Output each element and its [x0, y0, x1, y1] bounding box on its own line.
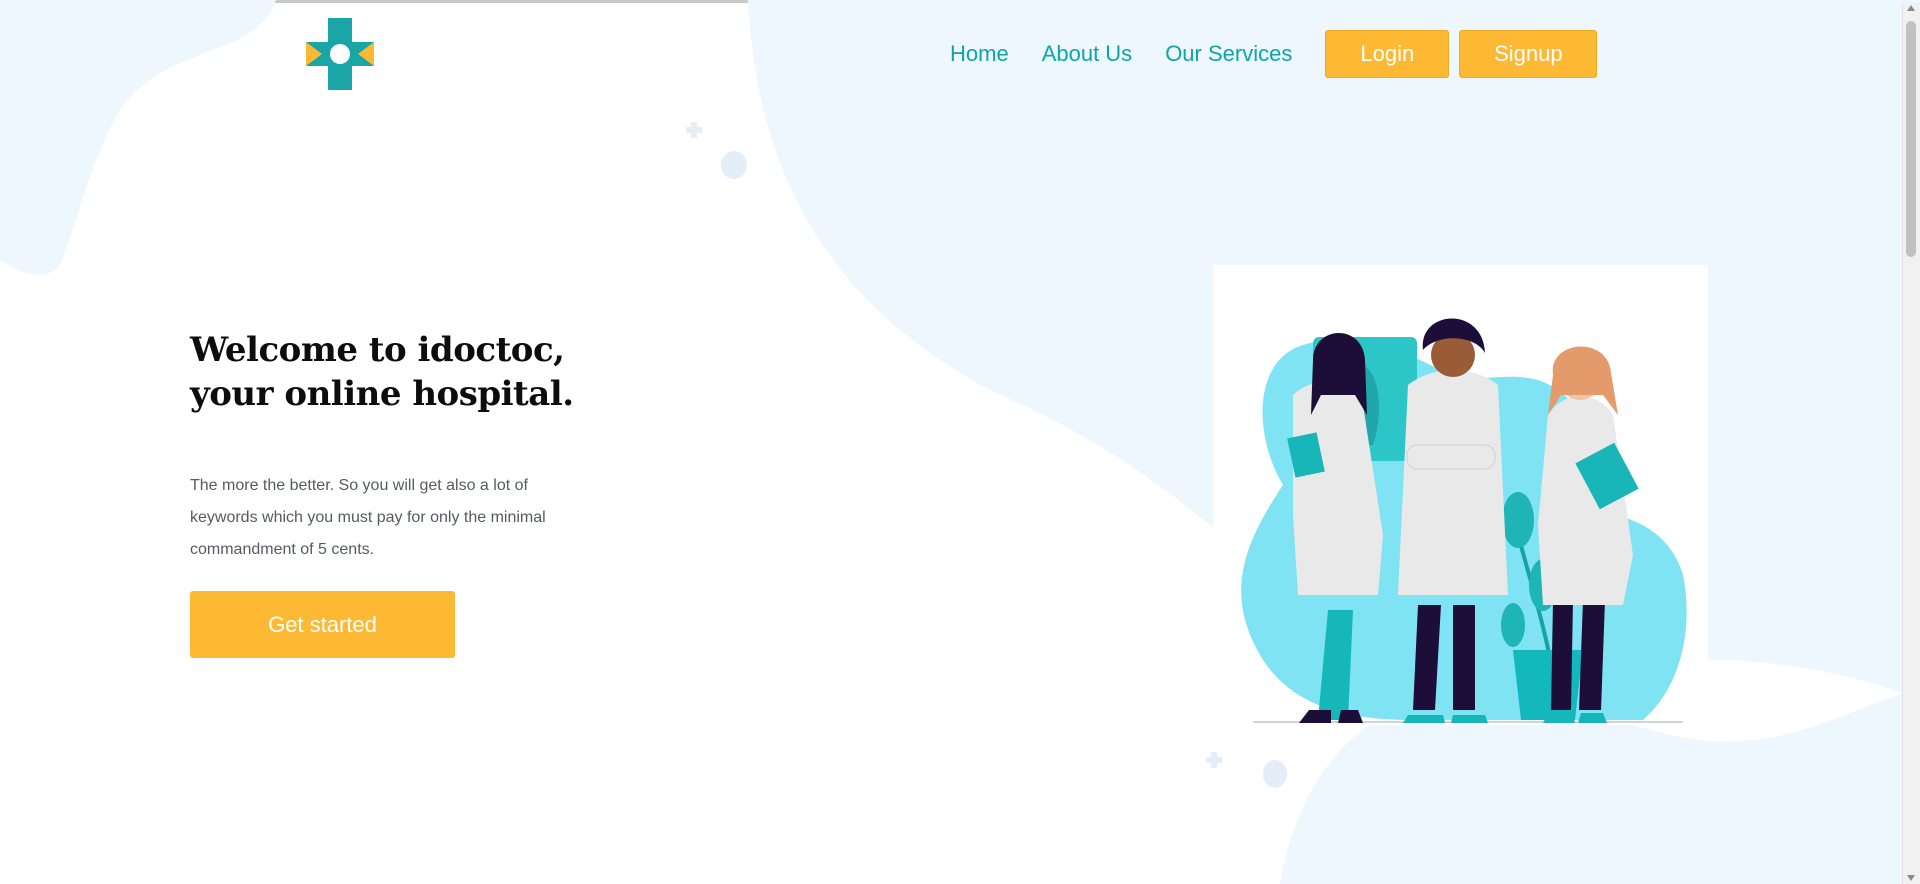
nav-link-home[interactable]: Home	[950, 41, 1009, 67]
doctors-illustration-icon	[1241, 318, 1687, 723]
hero-title-line-1: Welcome to idoctoc,	[190, 330, 565, 370]
doctors-illustration	[1213, 265, 1708, 725]
hero-description: The more the better. So you will get als…	[190, 477, 546, 558]
logo[interactable]	[306, 18, 374, 90]
scroll-up-arrow-icon[interactable]	[1907, 5, 1915, 11]
main-navigation: Home About Us Our Services Login Signup	[950, 30, 1607, 78]
vertical-scrollbar[interactable]	[1902, 3, 1920, 884]
scroll-down-arrow-icon[interactable]	[1907, 875, 1915, 881]
medical-cross-icon	[306, 18, 374, 90]
signup-button[interactable]: Signup	[1459, 30, 1598, 78]
get-started-button[interactable]: Get started	[190, 591, 455, 658]
scrollbar-thumb[interactable]	[1906, 21, 1916, 257]
hero-title: Welcome to idoctoc, your online hospital…	[190, 328, 574, 416]
hero-title-line-2: your online hospital.	[190, 374, 574, 414]
landing-page: Home About Us Our Services Login Signup …	[0, 0, 1920, 884]
nav-link-about-us[interactable]: About Us	[1042, 41, 1133, 67]
login-button[interactable]: Login	[1325, 30, 1450, 78]
nav-link-our-services[interactable]: Our Services	[1165, 41, 1292, 67]
